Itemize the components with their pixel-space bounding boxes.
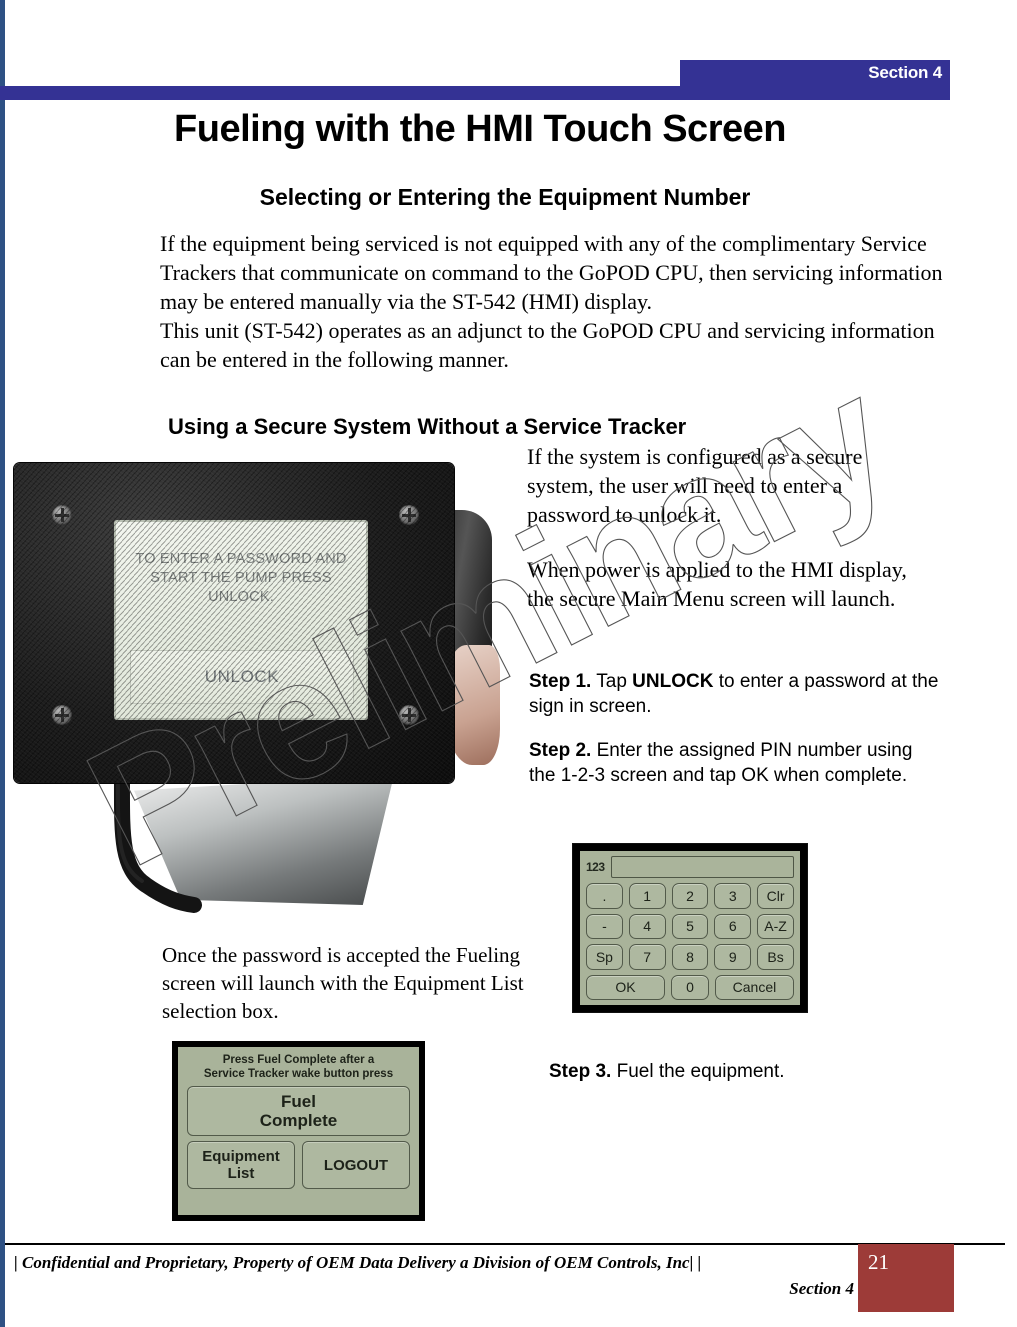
secure-paragraph-1: If the system is configured as a secure …	[527, 444, 863, 527]
header-band	[0, 86, 950, 100]
keypad-key-7[interactable]: 7	[628, 944, 666, 970]
step-3-label: Step 3.	[549, 1061, 612, 1082]
keypad-key-dot[interactable]: .	[586, 883, 623, 909]
fuel-complete-button[interactable]: Fuel Complete	[187, 1086, 410, 1136]
section-heading-secure-system: Using a Secure System Without a Service …	[168, 414, 687, 439]
fueling-screen-description: Once the password is accepted the Fuelin…	[162, 943, 524, 1023]
hmi-unlock-button[interactable]: UNLOCK	[130, 650, 354, 704]
step-3: Step 3. Fuel the equipment.	[549, 1061, 785, 1083]
screw-icon	[399, 505, 419, 525]
fueling-screen-body: Press Fuel Complete after a Service Trac…	[178, 1047, 419, 1215]
section-tab: Section 4	[680, 60, 950, 88]
keypad-top-row: 123	[586, 856, 794, 878]
section-tab-label: Section 4	[868, 63, 942, 82]
keypad-key-9[interactable]: 9	[714, 944, 752, 970]
keypad-key-1[interactable]: 1	[628, 883, 666, 909]
logout-button[interactable]: LOGOUT	[302, 1141, 410, 1189]
keypad-mode-label: 123	[586, 860, 605, 874]
keypad-display-field[interactable]	[610, 856, 794, 878]
secure-paragraph-2: When power is applied to the HMI display…	[527, 557, 907, 611]
keypad-key-6[interactable]: 6	[714, 913, 752, 939]
footer-text: | Confidential and Proprietary, Property…	[14, 1250, 854, 1302]
step-1: Step 1. Tap UNLOCK to enter a password a…	[529, 669, 944, 719]
keypad-key-0[interactable]: 0	[671, 974, 709, 1000]
keypad-key-2[interactable]: 2	[671, 883, 709, 909]
fueling-screen: Press Fuel Complete after a Service Trac…	[172, 1041, 425, 1221]
page-title: Fueling with the HMI Touch Screen	[174, 108, 786, 150]
keypad-key-cancel[interactable]: Cancel	[714, 974, 794, 1000]
keypad-row-1: . 1 2 3 Clr	[586, 883, 794, 909]
step-1-unlock-keyword: UNLOCK	[632, 671, 714, 692]
intro-paragraphs: If the equipment being serviced is not e…	[160, 229, 950, 374]
keypad-key-clear[interactable]: Clr	[757, 883, 794, 909]
hmi-lcd-message: TO ENTER A PASSWORD AND START THE PUMP P…	[135, 551, 347, 605]
keypad-key-8[interactable]: 8	[671, 944, 709, 970]
keypad-key-minus[interactable]: -	[586, 913, 623, 939]
keypad-key-3[interactable]: 3	[714, 883, 752, 909]
hmi-device-photo: TO ENTER A PASSWORD AND START THE PUMP P…	[14, 455, 500, 925]
step-1-label: Step 1.	[529, 671, 592, 692]
keypad-key-5[interactable]: 5	[671, 913, 709, 939]
keypad-screen: 123 . 1 2 3 Clr - 4 5 6 A-Z Sp 7 8 9 Bs …	[572, 843, 808, 1013]
screw-icon	[399, 705, 419, 725]
keypad-key-backspace[interactable]: Bs	[757, 944, 794, 970]
hmi-lcd-screen: TO ENTER A PASSWORD AND START THE PUMP P…	[114, 520, 368, 720]
keypad-row-2: - 4 5 6 A-Z	[586, 913, 794, 939]
keypad-key-space[interactable]: Sp	[586, 944, 623, 970]
secure-system-description: If the system is configured as a secure …	[527, 442, 927, 613]
fueling-screen-button-row: Equipment List LOGOUT	[187, 1141, 410, 1189]
keypad-key-alpha[interactable]: A-Z	[757, 913, 794, 939]
footer-divider	[5, 1243, 1005, 1245]
step-3-text: Fuel the equipment.	[611, 1061, 785, 1082]
keypad-screen-body: 123 . 1 2 3 Clr - 4 5 6 A-Z Sp 7 8 9 Bs …	[580, 851, 800, 1005]
footer-confidentiality-line: | Confidential and Proprietary, Property…	[14, 1253, 702, 1272]
equipment-list-button[interactable]: Equipment List	[187, 1141, 295, 1189]
intro-paragraph-2: This unit (ST-542) operates as an adjunc…	[160, 318, 935, 372]
page-number: 21	[868, 1250, 889, 1274]
step-1-pre: Tap	[591, 671, 633, 692]
step-instructions: Step 1. Tap UNLOCK to enter a password a…	[529, 669, 944, 788]
hmi-cable	[113, 773, 202, 913]
step-2-label: Step 2.	[529, 740, 592, 761]
hmi-bezel: TO ENTER A PASSWORD AND START THE PUMP P…	[14, 463, 454, 783]
keypad-key-4[interactable]: 4	[628, 913, 666, 939]
section-heading-equipment-number: Selecting or Entering the Equipment Numb…	[259, 184, 751, 210]
keypad-row-4: OK 0 Cancel	[586, 974, 794, 1000]
intro-paragraph-1: If the equipment being serviced is not e…	[160, 231, 943, 314]
screw-icon	[52, 505, 72, 525]
keypad-row-3: Sp 7 8 9 Bs	[586, 944, 794, 970]
page-number-box: 21	[858, 1244, 954, 1312]
fueling-screen-note: Press Fuel Complete after a Service Trac…	[203, 1054, 394, 1080]
keypad-key-ok[interactable]: OK	[586, 974, 666, 1000]
step-2: Step 2. Enter the assigned PIN number us…	[529, 738, 944, 788]
screw-icon	[52, 705, 72, 725]
footer-section-line: Section 4	[789, 1279, 854, 1298]
